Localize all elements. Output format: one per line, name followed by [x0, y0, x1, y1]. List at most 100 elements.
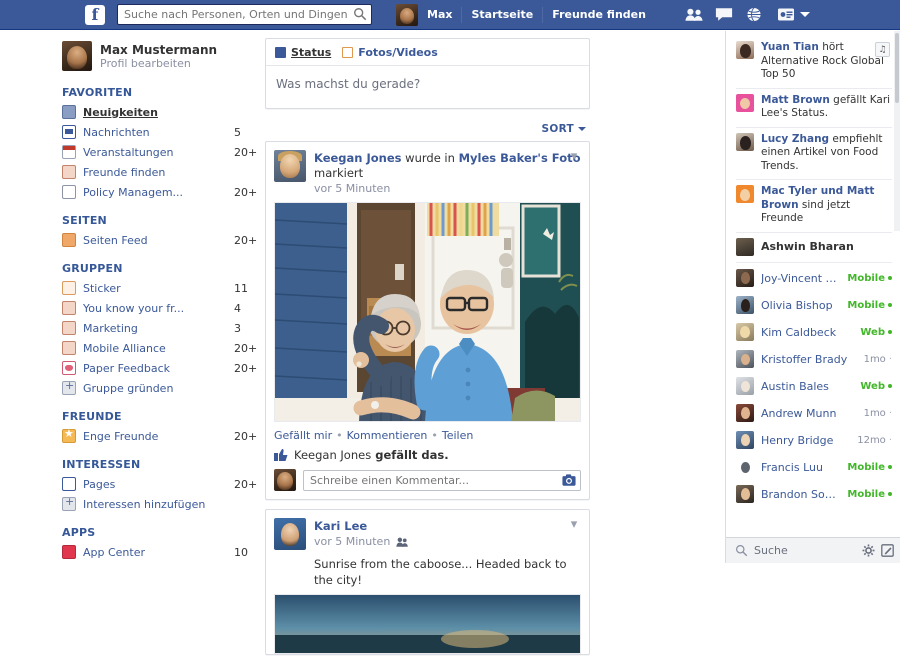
chat-friend-status: 1mo · [864, 408, 892, 419]
sidebar-item-you-know-your-fr[interactable]: You know your fr... 4 [60, 298, 260, 318]
music-note-icon[interactable]: ♫ [875, 42, 890, 57]
tab-photos-videos[interactable]: Fotos/Videos [342, 46, 438, 59]
post-author-link[interactable]: Kari Lee [314, 519, 367, 533]
privacy-lock-icon[interactable] [777, 7, 795, 22]
search-icon[interactable] [735, 544, 748, 557]
ticker-scrollbar[interactable] [894, 31, 900, 231]
chat-friend-row[interactable]: Andrew Munn 1mo · [736, 400, 892, 427]
post-header: Kari Lee vor 5 Minuten ▾ [266, 510, 589, 556]
sidebar-item-sticker[interactable]: Sticker 11 [60, 278, 260, 298]
post-photo-container[interactable] [266, 202, 589, 422]
chat-friend-row[interactable]: Joy-Vincent Nie... Mobile [736, 265, 892, 292]
chevron-down-icon[interactable] [799, 12, 810, 17]
sidebar-item-paper-feedback[interactable]: Paper Feedback 20+ [60, 358, 260, 378]
global-search[interactable] [117, 4, 372, 25]
comment-action[interactable]: Kommentieren [347, 429, 428, 442]
sidebar-item-pages[interactable]: Pages 20+ [60, 474, 260, 494]
sidebar-item-count: 11 [234, 281, 248, 295]
sidebar-item-veranstaltungen[interactable]: Veranstaltungen 20+ [60, 142, 260, 162]
sidebar-item-seiten-feed[interactable]: Seiten Feed 20+ [60, 230, 260, 250]
chat-friend-row[interactable]: Brandon Souba Mobile [736, 481, 892, 508]
ticker-scrollbar-thumb[interactable] [895, 33, 899, 103]
avatar[interactable] [62, 41, 92, 71]
ticker-story[interactable]: Matt Brown gefällt Kari Lee's Status. [736, 89, 892, 128]
chat-friend-name[interactable]: Kristoffer Brady [761, 353, 857, 366]
share-action[interactable]: Teilen [442, 429, 473, 442]
sidebar-item-app-center[interactable]: App Center 10 [60, 542, 260, 562]
compose-icon[interactable] [881, 544, 894, 557]
chat-friend-row[interactable]: Henry Bridge 12mo · [736, 427, 892, 454]
right-sidebar: Yuan Tian hört Alternative Rock Global T… [725, 31, 900, 563]
sidebar-item-label: Neuigkeiten [83, 105, 158, 119]
ticker-story[interactable]: Yuan Tian hört Alternative Rock Global T… [736, 36, 892, 89]
search-input[interactable] [117, 4, 372, 25]
sidebar-item-mobile-alliance[interactable]: Mobile Alliance 20+ [60, 338, 260, 358]
avatar[interactable] [396, 3, 418, 26]
nav-home[interactable]: Startseite [462, 0, 542, 30]
post-photo[interactable] [274, 202, 581, 422]
ticker-story[interactable]: Mac Tyler und Matt Brown sind jetzt Freu… [736, 180, 892, 233]
chat-friend-row[interactable]: Francis Luu Mobile [736, 454, 892, 481]
chat-friend-name[interactable]: Joy-Vincent Nie... [761, 272, 840, 285]
ticker-story[interactable]: Lucy Zhang empfiehlt einen Artikel von F… [736, 128, 892, 180]
chat-friend-list: Joy-Vincent Nie... Mobile Olivia Bishop Mob… [726, 263, 900, 508]
facebook-logo[interactable]: f [85, 4, 105, 25]
chat-friend-name[interactable]: Brandon Souba [761, 488, 840, 501]
nav-account-name[interactable]: Max [418, 0, 461, 30]
post-photo[interactable] [274, 594, 581, 654]
ticker-story-name[interactable]: Yuan Tian [761, 41, 819, 53]
post-author-link[interactable]: Keegan Jones [314, 151, 402, 165]
chat-friend-row[interactable]: Kristoffer Brady 1mo · [736, 346, 892, 373]
sidebar-item-neuigkeiten[interactable]: Neuigkeiten [60, 102, 260, 122]
chat-status-label: Mobile [847, 488, 885, 500]
chat-friend-name[interactable]: Kim Caldbeck [761, 326, 853, 339]
sidebar-item-count: 20+ [234, 361, 258, 375]
comment-input[interactable] [303, 469, 581, 491]
gear-icon[interactable] [862, 544, 875, 557]
avatar[interactable] [274, 150, 306, 182]
like-action[interactable]: Gefällt mir [274, 429, 332, 442]
chat-friend-row[interactable]: Kim Caldbeck Web [736, 319, 892, 346]
sidebar-item-enge-freunde[interactable]: Enge Freunde 20+ [60, 426, 260, 446]
camera-icon[interactable] [562, 473, 576, 487]
chat-search-label[interactable]: Suche [754, 544, 856, 557]
messages-icon[interactable] [715, 7, 733, 22]
sidebar-item-marketing[interactable]: Marketing 3 [60, 318, 260, 338]
sidebar-item-gruppe-gr-nden[interactable]: Gruppe gründen [60, 378, 260, 398]
sidebar-profile[interactable]: Max Mustermann Profil bearbeiten [60, 38, 260, 74]
post-text: Sunrise from the caboose... Headed back … [314, 557, 567, 587]
post-actions: Gefällt mir • Kommentieren • Teilen [274, 429, 474, 442]
chat-friend-name[interactable]: Andrew Munn [761, 407, 857, 420]
nav-privacy-group[interactable] [777, 7, 810, 22]
nav-find-friends[interactable]: Freunde finden [543, 0, 655, 30]
chat-friend-row[interactable]: Austin Bales Web [736, 373, 892, 400]
sidebar-item-freunde-finden[interactable]: Freunde finden [60, 162, 260, 182]
chat-friend-name[interactable]: Austin Bales [761, 380, 853, 393]
avatar[interactable] [274, 518, 306, 550]
post-target-link[interactable]: Myles Baker's Foto [459, 151, 581, 165]
chat-friend-row[interactable]: Olivia Bishop Mobile [736, 292, 892, 319]
group-icon [62, 321, 76, 335]
post-options-chevron-icon[interactable]: ▾ [567, 517, 581, 532]
sidebar-item-count: 10 [234, 545, 248, 559]
friends-audience-icon[interactable] [396, 537, 409, 547]
sidebar-item-interessen-hinzuf-gen[interactable]: Interessen hinzufügen [60, 494, 260, 514]
tab-status[interactable]: Status [275, 46, 331, 59]
sidebar-item-policy-managem[interactable]: Policy Managem... 20+ [60, 182, 260, 202]
chat-friend-name[interactable]: Olivia Bishop [761, 299, 840, 312]
post-options-chevron-icon[interactable]: ▾ [567, 149, 581, 164]
ticker-story-name[interactable]: Lucy Zhang [761, 133, 829, 145]
chat-friend-name[interactable]: Henry Bridge [761, 434, 850, 447]
ticker-story-text: Mac Tyler und Matt Brown sind jetzt Freu… [761, 185, 892, 226]
ticker-story-name[interactable]: Matt Brown [761, 94, 830, 106]
ticker-story[interactable]: Ashwin Bharan [736, 233, 892, 263]
composer-input[interactable]: Was machst du gerade? [266, 66, 589, 108]
post-photo-container[interactable] [266, 594, 589, 654]
chat-friend-name[interactable]: Francis Luu [761, 461, 840, 474]
sort-button[interactable]: SORT [542, 123, 586, 135]
sidebar-item-nachrichten[interactable]: Nachrichten 5 [60, 122, 260, 142]
friend-requests-icon[interactable] [685, 7, 703, 22]
edit-profile-link[interactable]: Profil bearbeiten [100, 57, 217, 70]
ticker-story-name[interactable]: Ashwin Bharan [761, 240, 854, 253]
notifications-globe-icon[interactable] [745, 7, 763, 22]
